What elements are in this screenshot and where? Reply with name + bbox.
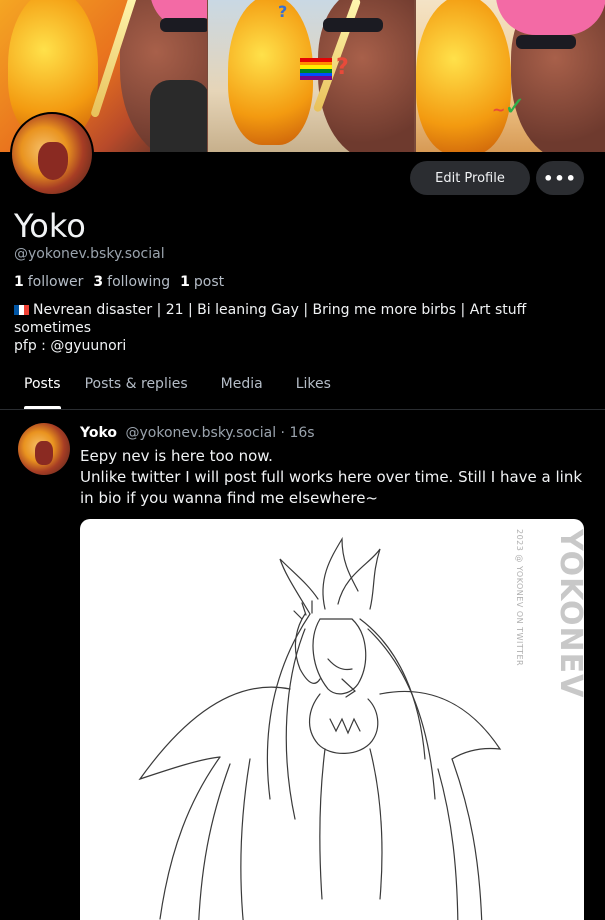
french-flag-icon	[14, 305, 29, 315]
bio-line: Nevrean disaster | 21 | Bi leaning Gay |…	[14, 301, 574, 337]
profile-stats: 1 follower 3 following 1 post	[14, 274, 224, 290]
profile-banner[interactable]: ? ? ~ ✓	[0, 0, 605, 152]
tab-posts[interactable]: Posts	[12, 364, 73, 409]
followers-label: follower	[27, 274, 84, 290]
post-separator: ·	[280, 425, 285, 441]
banner-panel-3: ~ ✓	[416, 0, 605, 152]
posts-stat: 1 post	[180, 274, 224, 290]
edit-profile-button[interactable]: Edit Profile	[410, 161, 530, 195]
following-stat[interactable]: 3 following	[93, 274, 170, 290]
post-body: Eepy nev is here too now. Unlike twitter…	[80, 446, 590, 509]
post-author-name[interactable]: Yoko	[80, 425, 117, 441]
following-label: following	[107, 274, 171, 290]
watermark-artist-name: YOKONEV	[553, 529, 584, 699]
pride-flag-icon	[300, 58, 332, 81]
tab-likes[interactable]: Likes	[284, 364, 343, 409]
tab-media[interactable]: Media	[209, 364, 275, 409]
post-author-handle[interactable]: @yokonev.bsky.social	[125, 425, 276, 441]
post-text-line: Eepy nev is here too now.	[80, 447, 273, 465]
banner-mask	[516, 35, 576, 49]
question-mark-icon: ?	[336, 55, 349, 80]
post-image[interactable]: YOKONEV 2023 @ YOKONEV ON TWITTER	[80, 519, 584, 920]
banner-figure-hair	[416, 0, 511, 152]
profile-bio: Nevrean disaster | 21 | Bi leaning Gay |…	[14, 301, 574, 355]
post-author-avatar[interactable]	[18, 423, 70, 475]
ellipsis-icon: •••	[543, 168, 577, 188]
checkmark-icon: ✓	[504, 92, 526, 122]
sketch-artwork	[138, 536, 502, 920]
banner-sleeve	[150, 80, 207, 152]
posts-count: 1	[180, 274, 190, 290]
profile-avatar[interactable]	[10, 112, 94, 196]
profile-handle: @yokonev.bsky.social	[14, 246, 165, 262]
bio-pfp-credit: pfp : @gyuunori	[14, 338, 127, 354]
question-mark-icon: ?	[278, 2, 288, 21]
post-timestamp[interactable]: 16s	[289, 425, 314, 441]
banner-mask	[323, 18, 383, 32]
bio-text: Nevrean disaster | 21 | Bi leaning Gay |…	[14, 302, 527, 336]
banner-mask	[160, 18, 207, 32]
following-count: 3	[93, 274, 104, 290]
followers-stat[interactable]: 1 follower	[14, 274, 83, 290]
pride-flag-stripe	[300, 76, 332, 81]
more-options-button[interactable]: •••	[536, 161, 584, 195]
profile-display-name: Yoko	[14, 207, 86, 245]
followers-count: 1	[14, 274, 24, 290]
watermark-credit: 2023 @ YOKONEV ON TWITTER	[515, 529, 524, 667]
profile-tabs: Posts Posts & replies Media Likes	[0, 364, 605, 410]
banner-panel-2: ? ?	[208, 0, 414, 152]
tab-posts-and-replies[interactable]: Posts & replies	[73, 364, 200, 409]
post-header: Yoko @yokonev.bsky.social · 16s	[80, 425, 315, 441]
posts-label: post	[193, 274, 225, 290]
post-text-line: Unlike twitter I will post full works he…	[80, 468, 583, 507]
